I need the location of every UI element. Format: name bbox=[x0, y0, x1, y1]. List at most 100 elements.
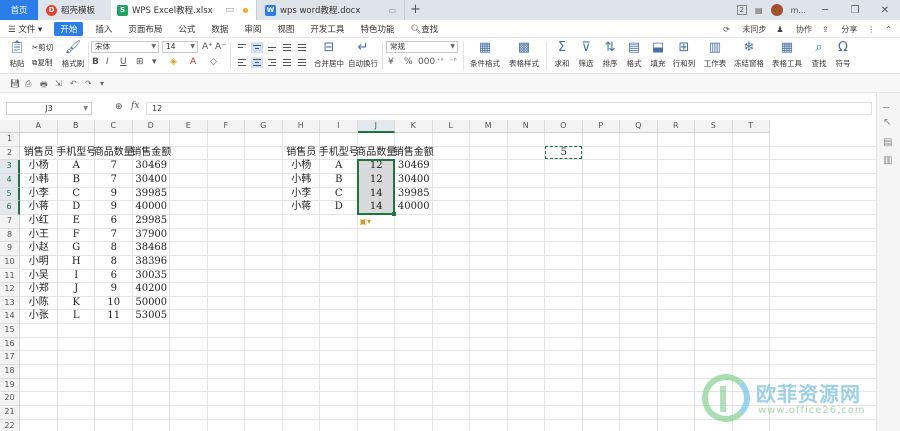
column-header[interactable]: B bbox=[57, 120, 95, 133]
table-cell[interactable]: 7 bbox=[95, 159, 133, 173]
row-header[interactable]: 1 bbox=[0, 133, 20, 147]
currency-icon[interactable]: ¥ bbox=[388, 57, 394, 67]
filter-button[interactable]: ⊽ 筛选 bbox=[573, 40, 599, 69]
name-box[interactable]: J3 ▼ bbox=[6, 102, 92, 115]
row-header[interactable]: 3 bbox=[0, 160, 20, 174]
column-header[interactable]: N bbox=[507, 120, 545, 133]
column-header[interactable]: M bbox=[470, 120, 508, 133]
table-cell[interactable]: 38396 bbox=[133, 255, 171, 269]
table-style-button[interactable]: ▩ 表格样式 bbox=[505, 40, 543, 69]
fill-button[interactable]: ⬓ 填充 bbox=[645, 40, 671, 69]
row-header[interactable]: 6 bbox=[0, 201, 20, 215]
align-top-icon[interactable] bbox=[236, 42, 248, 53]
format-painter-button[interactable]: 🖌︎ 格式刷 bbox=[58, 40, 88, 69]
outdent-icon[interactable] bbox=[296, 42, 308, 53]
fill-color-icon[interactable]: ◈ bbox=[170, 57, 177, 67]
number-format-select[interactable]: 常规 ▼ bbox=[386, 41, 458, 53]
distribute-icon[interactable] bbox=[296, 57, 308, 68]
print-icon[interactable]: 🖶︎ bbox=[40, 79, 48, 93]
formula-input[interactable]: 12 bbox=[146, 102, 872, 115]
table-cell[interactable]: 小红 bbox=[20, 214, 58, 228]
column-header[interactable]: H bbox=[282, 120, 320, 133]
row-header[interactable]: 17 bbox=[0, 351, 20, 366]
align-left-icon[interactable] bbox=[236, 57, 248, 68]
table-cell[interactable]: 小杨 bbox=[283, 159, 321, 173]
thousands-icon[interactable]: 000 bbox=[418, 57, 435, 67]
export-pdf-icon[interactable]: ⇲ bbox=[55, 79, 62, 88]
row-header[interactable]: 16 bbox=[0, 337, 20, 352]
align-middle-icon[interactable] bbox=[251, 42, 263, 53]
save-icon[interactable]: 💾︎ bbox=[10, 79, 20, 88]
tab-close-icon[interactable]: ▭ bbox=[388, 6, 396, 15]
avatar[interactable] bbox=[770, 4, 783, 16]
table-header-cell[interactable]: 销售金额 bbox=[388, 146, 440, 160]
italic-icon[interactable]: I bbox=[106, 57, 109, 67]
row-header[interactable]: 7 bbox=[0, 214, 20, 229]
row-header[interactable]: 15 bbox=[0, 324, 20, 338]
worksheet-button[interactable]: ▥ 工作表 bbox=[700, 40, 730, 69]
table-cell[interactable]: 30400 bbox=[395, 173, 433, 187]
table-cell[interactable]: 7 bbox=[95, 228, 133, 242]
column-header[interactable]: G bbox=[245, 120, 283, 133]
menu-features[interactable]: 特色功能 bbox=[352, 23, 402, 35]
percent-icon[interactable]: % bbox=[404, 57, 413, 67]
menu-search[interactable]: 🔍︎查找 bbox=[402, 23, 446, 35]
tab-home[interactable]: 首页 bbox=[0, 0, 38, 20]
properties-icon[interactable]: ▤ bbox=[883, 137, 892, 148]
paste-button[interactable]: 📋︎ 粘贴 bbox=[4, 40, 30, 69]
column-header[interactable]: E bbox=[170, 120, 208, 133]
table-cell[interactable]: B bbox=[58, 173, 96, 187]
table-cell[interactable]: A bbox=[58, 159, 96, 173]
table-cell[interactable]: 9 bbox=[95, 187, 133, 201]
table-cell[interactable]: 6 bbox=[95, 269, 133, 283]
column-header[interactable]: R bbox=[657, 120, 695, 133]
column-header[interactable]: S bbox=[695, 120, 733, 133]
row-header[interactable]: 14 bbox=[0, 310, 20, 325]
window-count-badge[interactable]: 2 bbox=[736, 5, 748, 15]
row-header[interactable]: 9 bbox=[0, 242, 20, 256]
clipboard-icon[interactable]: ▥ bbox=[883, 155, 892, 166]
increase-decimal-icon[interactable]: ⁺⁰ bbox=[437, 57, 444, 65]
table-cell[interactable]: 小明 bbox=[20, 255, 58, 269]
table-cell[interactable]: 小韩 bbox=[20, 173, 58, 187]
format-button[interactable]: ▤ 格式 bbox=[621, 40, 647, 69]
wrap-text-button[interactable]: ↵ 自动换行 bbox=[347, 40, 379, 69]
table-cell[interactable]: 40000 bbox=[133, 200, 171, 214]
table-cell[interactable]: 8 bbox=[95, 255, 133, 269]
skin-icon[interactable]: ▤ bbox=[755, 6, 763, 15]
table-cell[interactable]: 小李 bbox=[283, 187, 321, 201]
table-cell[interactable]: 30469 bbox=[133, 159, 171, 173]
undo-icon[interactable]: ↶ bbox=[70, 79, 77, 88]
font-shrink-icon[interactable]: A⁻ bbox=[215, 42, 226, 52]
column-header[interactable]: T bbox=[732, 120, 770, 133]
column-header[interactable]: O bbox=[545, 120, 583, 133]
table-cell[interactable]: 小蒋 bbox=[283, 200, 321, 214]
indent-icon[interactable] bbox=[281, 42, 293, 53]
table-cell[interactable]: 小赵 bbox=[20, 241, 58, 255]
table-cell[interactable]: K bbox=[58, 296, 96, 310]
font-name-select[interactable]: 宋体 ▼ bbox=[91, 41, 159, 53]
table-cell[interactable]: G bbox=[58, 241, 96, 255]
row-header[interactable]: 21 bbox=[0, 406, 20, 420]
new-tab-button[interactable]: + bbox=[410, 2, 421, 17]
row-header[interactable]: 12 bbox=[0, 283, 20, 297]
table-cell[interactable]: D bbox=[58, 200, 96, 214]
font-color-icon[interactable]: A bbox=[190, 57, 196, 67]
column-header[interactable]: C bbox=[95, 120, 133, 133]
print-preview-icon[interactable]: ⎙ bbox=[25, 79, 31, 89]
column-header[interactable]: J bbox=[357, 120, 395, 133]
row-header[interactable]: 5 bbox=[0, 187, 20, 202]
row-header[interactable]: 19 bbox=[0, 378, 20, 393]
cut-button[interactable]: ✂剪切 bbox=[32, 42, 53, 53]
row-header[interactable]: 20 bbox=[0, 392, 20, 406]
align-bottom-icon[interactable] bbox=[266, 42, 278, 53]
table-cell[interactable]: C bbox=[320, 187, 358, 201]
table-cell[interactable]: H bbox=[58, 255, 96, 269]
menu-data[interactable]: 数据 bbox=[203, 23, 236, 35]
table-cell[interactable]: F bbox=[58, 228, 96, 242]
menu-file[interactable]: ☰ 文件 ▾ bbox=[0, 23, 50, 35]
column-header[interactable]: L bbox=[432, 120, 470, 133]
more-icon[interactable]: ⋮ bbox=[867, 25, 875, 34]
table-cell[interactable]: 29985 bbox=[133, 214, 171, 228]
menu-insert[interactable]: 插入 bbox=[87, 23, 120, 35]
